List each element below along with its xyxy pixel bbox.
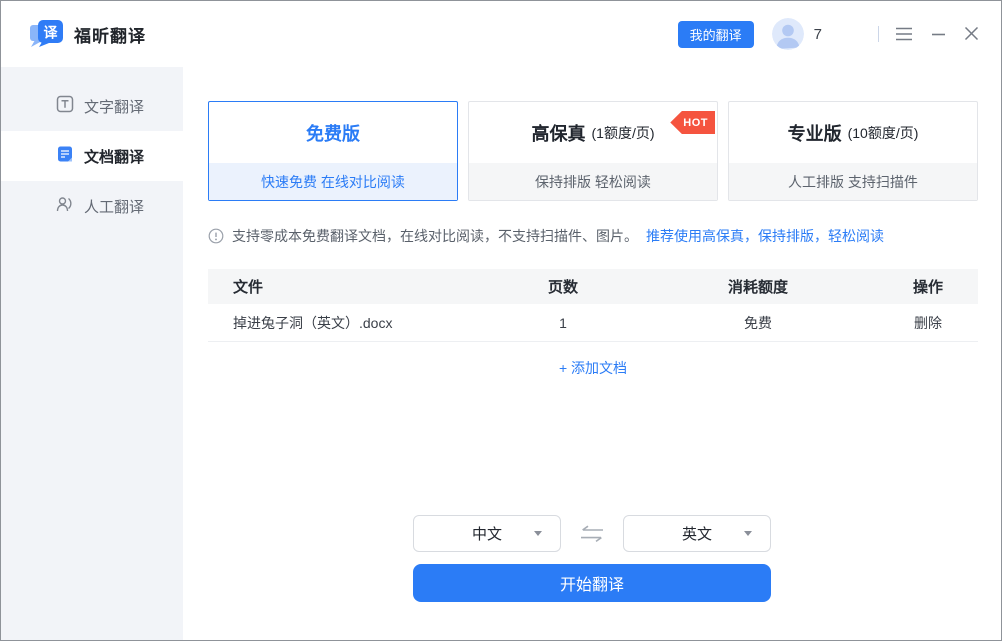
text-translate-icon <box>56 95 74 117</box>
plan-header: 高保真 (1额度/页) <box>469 102 717 163</box>
column-header-action: 操作 <box>878 276 978 297</box>
target-language-value: 英文 <box>682 523 712 544</box>
document-table: 文件 页数 消耗额度 操作 掉进兔子洞（英文）.docx 1 免费 删除 <box>208 269 978 342</box>
notice-text: 支持零成本免费翻译文档，在线对比阅读，不支持扫描件、图片。 <box>232 226 638 246</box>
plan-header: 专业版 (10额度/页) <box>729 102 977 163</box>
sidebar-item-document-translate[interactable]: 文档翻译 <box>1 131 183 181</box>
chevron-down-icon <box>744 531 752 536</box>
add-document-button[interactable]: + 添加文档 <box>208 358 978 378</box>
sidebar-item-label: 人工翻译 <box>84 196 144 217</box>
plan-card-high-fidelity[interactable]: HOT 高保真 (1额度/页) 保持排版 轻松阅读 <box>468 101 718 201</box>
titlebar-divider <box>878 26 879 42</box>
sidebar-item-text-translate[interactable]: 文字翻译 <box>1 81 183 131</box>
info-icon <box>208 228 224 244</box>
plan-title: 专业版 <box>788 120 842 146</box>
avatar[interactable] <box>772 18 804 50</box>
target-language-select[interactable]: 英文 <box>623 515 771 552</box>
recommend-link[interactable]: 推荐使用高保真，保持排版，轻松阅读 <box>646 226 884 246</box>
delete-button[interactable]: 删除 <box>878 313 978 333</box>
sidebar-item-human-translate[interactable]: 人工翻译 <box>1 181 183 231</box>
app-title: 福昕翻译 <box>74 22 146 47</box>
source-language-select[interactable]: 中文 <box>413 515 561 552</box>
table-row: 掉进兔子洞（英文）.docx 1 免费 删除 <box>208 304 978 342</box>
swap-languages-icon[interactable] <box>578 525 606 543</box>
titlebar: 译 福昕翻译 我的翻译 7 <box>1 1 1001 67</box>
plan-header: 免费版 <box>209 102 457 163</box>
sidebar-item-label: 文档翻译 <box>84 146 144 167</box>
table-header-row: 文件 页数 消耗额度 操作 <box>208 269 978 304</box>
plan-title: 免费版 <box>306 120 360 146</box>
cost-value: 免费 <box>638 313 878 333</box>
sidebar: 文字翻译 文档翻译 人工翻译 <box>1 67 183 640</box>
plan-cards: 免费版 快速免费 在线对比阅读 HOT 高保真 (1额度/页) 保持排版 轻松阅… <box>208 101 978 201</box>
app-window: 译 福昕翻译 我的翻译 7 <box>0 0 1002 641</box>
plan-card-professional[interactable]: 专业版 (10额度/页) 人工排版 支持扫描件 <box>728 101 978 201</box>
document-translate-icon <box>56 145 74 167</box>
column-header-cost: 消耗额度 <box>638 276 878 297</box>
plan-footer: 保持排版 轻松阅读 <box>469 163 717 200</box>
column-header-pages: 页数 <box>488 276 638 297</box>
source-language-value: 中文 <box>472 523 502 544</box>
my-translations-button[interactable]: 我的翻译 <box>678 21 754 48</box>
human-translate-icon <box>56 195 74 217</box>
notice-bar: 支持零成本免费翻译文档，在线对比阅读，不支持扫描件、图片。 推荐使用高保真，保持… <box>208 226 978 246</box>
plan-footer: 人工排版 支持扫描件 <box>729 163 977 200</box>
plan-title: 高保真 <box>532 120 586 146</box>
sidebar-item-label: 文字翻译 <box>84 96 144 117</box>
menu-icon[interactable] <box>893 25 915 43</box>
credit-count: 7 <box>814 26 822 43</box>
plan-price: (10额度/页) <box>848 123 919 143</box>
plan-card-free[interactable]: 免费版 快速免费 在线对比阅读 <box>208 101 458 201</box>
minimize-icon[interactable] <box>929 25 948 43</box>
start-translate-button[interactable]: 开始翻译 <box>413 564 771 602</box>
plan-price: (1额度/页) <box>592 123 655 143</box>
plan-footer: 快速免费 在线对比阅读 <box>209 163 457 200</box>
titlebar-actions: 我的翻译 7 <box>678 1 1001 67</box>
page-count: 1 <box>488 315 638 331</box>
app-logo-icon: 译 <box>29 18 65 50</box>
svg-text:译: 译 <box>44 25 59 41</box>
close-icon[interactable] <box>962 25 981 43</box>
chevron-down-icon <box>534 531 542 536</box>
